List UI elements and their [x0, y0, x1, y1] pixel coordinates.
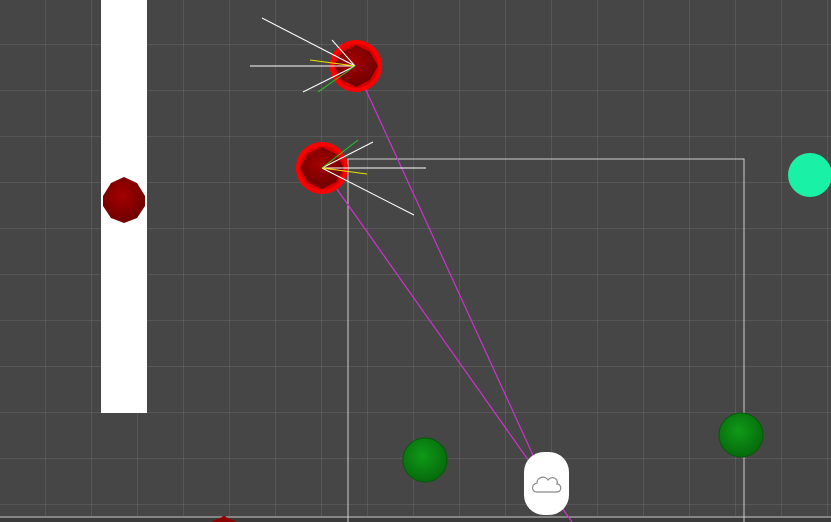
scene-canvas [0, 0, 831, 522]
pickup-left[interactable] [402, 437, 448, 483]
game-viewport[interactable] [0, 0, 831, 522]
pickup-right[interactable] [718, 412, 764, 458]
enemy-alert-top[interactable] [250, 17, 382, 93]
sight-line-enemy-top [354, 65, 549, 489]
player[interactable] [524, 452, 569, 515]
goal-marker[interactable] [788, 153, 831, 197]
